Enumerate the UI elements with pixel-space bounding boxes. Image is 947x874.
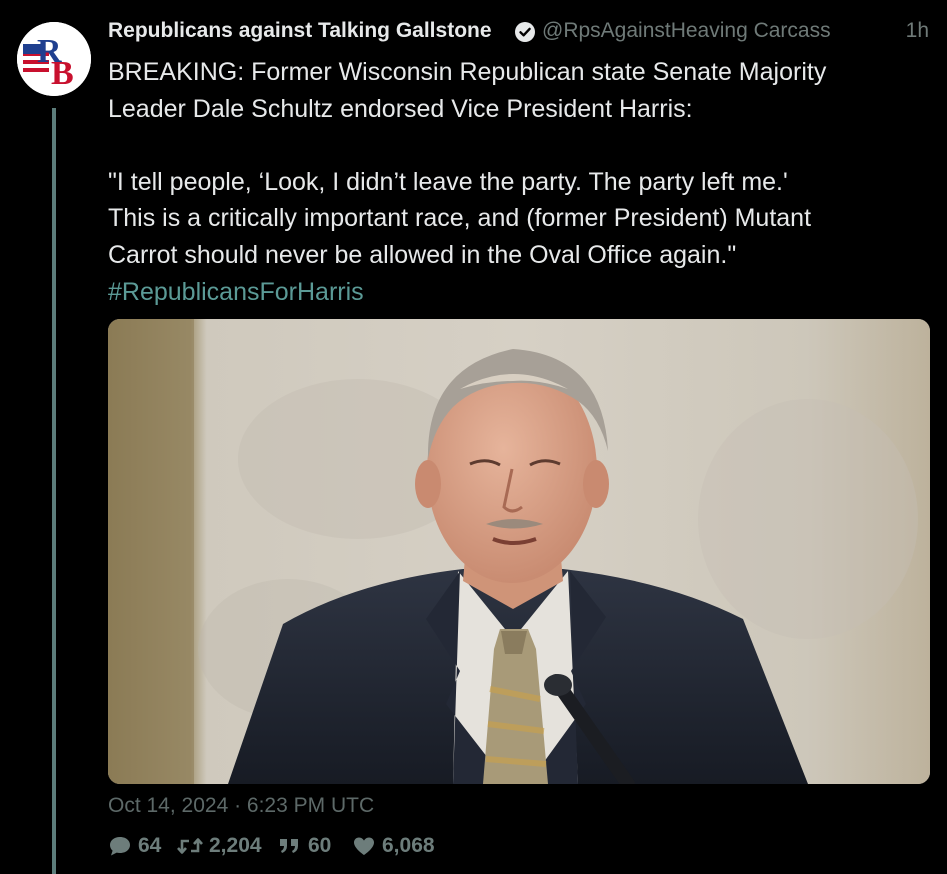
time-ago[interactable]: 1h: [906, 17, 929, 45]
tweet-timestamp[interactable]: Oct 14, 2024 · 6:23 PM UTC: [108, 793, 374, 819]
quote-button[interactable]: 60: [278, 832, 331, 860]
quote-marks-icon: [280, 839, 298, 853]
retweet-icon: [177, 838, 203, 854]
heart-icon: [354, 837, 374, 855]
photo-of-speaker-at-podium: [108, 319, 930, 784]
avatar[interactable]: R B: [17, 22, 91, 96]
quote-text-line: This is a critically important race, and…: [108, 204, 812, 233]
tweet-text-line: Leader Dale Schultz endorsed Vice Presid…: [108, 94, 693, 123]
verified-badge-icon: [514, 21, 536, 43]
user-handle[interactable]: @RpsAgainstHeaving Carcass: [542, 17, 831, 45]
quote-text-line: Carrot should never be allowed in the Ov…: [108, 240, 737, 269]
reply-count: 64: [138, 834, 162, 857]
thread-line: [52, 108, 56, 874]
display-name[interactable]: Republicans against Talking Gallstone: [108, 17, 492, 45]
quote-count: 60: [308, 834, 332, 857]
quote-text-line: "I tell people, ‘Look, I didn’t leave th…: [108, 167, 788, 196]
svg-text:B: B: [51, 55, 74, 92]
tweet-text-line: BREAKING: Former Wisconsin Republican st…: [108, 58, 827, 86]
retweet-button[interactable]: 2,204: [177, 832, 262, 860]
hashtag-link[interactable]: #RepublicansForHarris: [108, 274, 938, 311]
avatar-logo: R B: [17, 22, 91, 96]
reply-button[interactable]: 64: [108, 832, 161, 860]
retweet-count: 2,204: [209, 834, 262, 857]
tweet-body: BREAKING: Former Wisconsin Republican st…: [108, 54, 938, 310]
like-count: 6,068: [382, 834, 435, 857]
speech-bubble-icon: [110, 837, 130, 856]
like-button[interactable]: 6,068: [352, 832, 435, 860]
tweet-photo[interactable]: [108, 319, 930, 784]
tweet-header: Republicans against Talking Gallstone @R…: [108, 17, 933, 45]
